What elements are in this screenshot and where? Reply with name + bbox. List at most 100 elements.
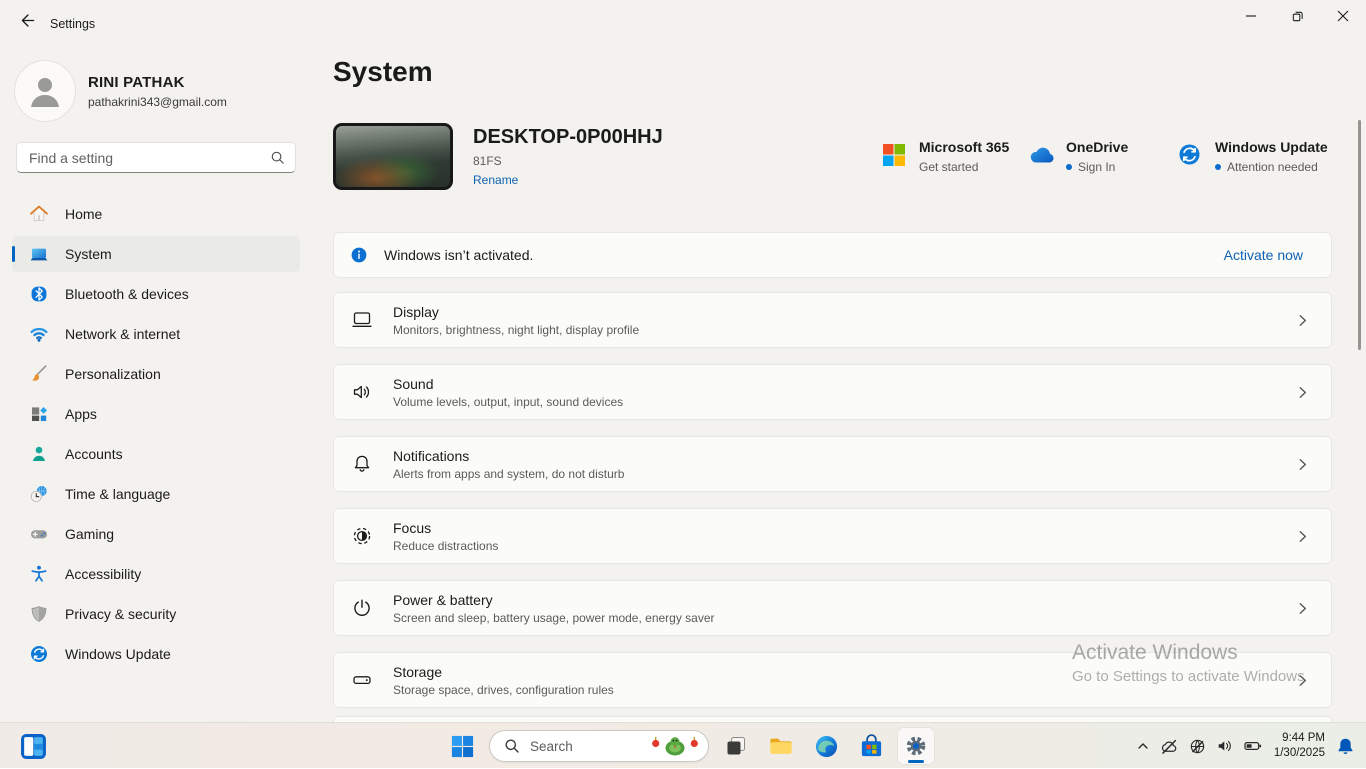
avatar bbox=[14, 60, 76, 122]
shield-icon bbox=[29, 604, 49, 624]
chevron-right-icon bbox=[1296, 314, 1309, 327]
minimize-icon bbox=[1245, 10, 1257, 22]
minimize-button[interactable] bbox=[1228, 0, 1274, 32]
device-name: DESKTOP-0P00HHJ bbox=[473, 126, 663, 149]
chevron-right-icon bbox=[1296, 386, 1309, 399]
network-tray-button[interactable] bbox=[1184, 728, 1211, 764]
file-explorer-button[interactable] bbox=[763, 728, 799, 764]
titlebar: Settings bbox=[0, 0, 1366, 44]
widgets-icon bbox=[20, 733, 47, 760]
window-title: Settings bbox=[50, 17, 95, 31]
taskbar-search[interactable] bbox=[489, 730, 709, 762]
rename-link[interactable]: Rename bbox=[473, 173, 518, 187]
battery-tray-button[interactable] bbox=[1238, 728, 1268, 764]
quicklink-microsoft-365[interactable]: Microsoft 365 Get started bbox=[881, 139, 1009, 174]
windows-update-icon bbox=[1177, 142, 1203, 168]
sidebar-item-accessibility[interactable]: Accessibility bbox=[12, 556, 300, 592]
bell-icon bbox=[348, 450, 376, 478]
card-notifications[interactable]: Notifications Alerts from apps and syste… bbox=[333, 436, 1332, 492]
back-arrow-icon bbox=[19, 12, 36, 34]
battery-icon bbox=[1243, 738, 1263, 754]
taskbar: 9:44 PM 1/30/2025 bbox=[0, 722, 1366, 768]
sidebar-item-system[interactable]: System bbox=[12, 236, 300, 272]
chevron-right-icon bbox=[1296, 530, 1309, 543]
account-profile[interactable]: RINI PATHAK pathakrini343@gmail.com bbox=[14, 60, 227, 122]
sidebar-item-windows-update[interactable]: Windows Update bbox=[12, 636, 300, 672]
clock-globe-icon bbox=[29, 484, 49, 504]
settings-app-button[interactable] bbox=[898, 728, 934, 764]
accessibility-icon bbox=[29, 564, 49, 584]
brush-icon bbox=[29, 364, 49, 384]
close-icon bbox=[1337, 10, 1349, 22]
sidebar: RINI PATHAK pathakrini343@gmail.com Home bbox=[0, 44, 320, 722]
sidebar-item-gaming[interactable]: Gaming bbox=[12, 516, 300, 552]
sidebar-item-personalization[interactable]: Personalization bbox=[12, 356, 300, 392]
card-storage[interactable]: Storage Storage space, drives, configura… bbox=[333, 652, 1332, 708]
clock[interactable]: 9:44 PM 1/30/2025 bbox=[1268, 731, 1331, 761]
hidden-icons-button[interactable] bbox=[1131, 728, 1155, 764]
notification-bell-icon bbox=[1336, 737, 1355, 756]
gamepad-icon bbox=[29, 524, 49, 544]
page-title: System bbox=[333, 56, 433, 88]
microsoft-store-button[interactable] bbox=[853, 728, 889, 764]
settings-window: Settings RINI PATHAK pathakrini343@gmail… bbox=[0, 0, 1366, 722]
sidebar-item-accounts[interactable]: Accounts bbox=[12, 436, 300, 472]
accounts-icon bbox=[29, 444, 49, 464]
sidebar-item-time-language[interactable]: Time & language bbox=[12, 476, 300, 512]
sidebar-item-home[interactable]: Home bbox=[12, 196, 300, 232]
activation-banner: Windows isn’t activated. Activate now bbox=[333, 232, 1332, 278]
sidebar-nav: Home System Bluetooth & devices Network … bbox=[12, 196, 300, 676]
clock-date: 1/30/2025 bbox=[1274, 746, 1325, 761]
system-icon bbox=[29, 244, 49, 264]
restore-icon bbox=[1291, 10, 1304, 23]
microsoft-365-icon bbox=[881, 142, 907, 168]
activate-now-link[interactable]: Activate now bbox=[1224, 247, 1303, 263]
status-dot bbox=[1066, 164, 1072, 170]
sidebar-item-privacy-security[interactable]: Privacy & security bbox=[12, 596, 300, 632]
sidebar-item-apps[interactable]: Apps bbox=[12, 396, 300, 432]
close-button[interactable] bbox=[1320, 0, 1366, 32]
search-highlight-snake-icon bbox=[652, 733, 698, 759]
clock-time: 9:44 PM bbox=[1274, 731, 1325, 746]
info-icon bbox=[350, 246, 368, 264]
windows-update-icon bbox=[29, 644, 49, 664]
sidebar-item-network-internet[interactable]: Network & internet bbox=[12, 316, 300, 352]
microsoft-store-icon bbox=[859, 734, 884, 759]
no-internet-globe-icon bbox=[1189, 738, 1206, 755]
widgets-button[interactable] bbox=[15, 728, 51, 764]
banner-text: Windows isn’t activated. bbox=[384, 247, 533, 263]
restore-button[interactable] bbox=[1274, 0, 1320, 32]
quicklink-windows-update[interactable]: Windows Update Attention needed bbox=[1177, 139, 1328, 174]
edge-icon bbox=[814, 734, 839, 759]
scrollbar-thumb[interactable] bbox=[1358, 120, 1361, 350]
card-display[interactable]: Display Monitors, brightness, night ligh… bbox=[333, 292, 1332, 348]
onedrive-tray-button[interactable] bbox=[1155, 728, 1184, 764]
notifications-button[interactable] bbox=[1331, 728, 1360, 764]
person-icon bbox=[25, 71, 65, 111]
settings-search bbox=[16, 142, 296, 173]
settings-search-input[interactable] bbox=[17, 143, 270, 172]
task-view-button[interactable] bbox=[718, 728, 754, 764]
onedrive-offline-icon bbox=[1160, 738, 1179, 755]
volume-tray-button[interactable] bbox=[1211, 728, 1238, 764]
search-icon bbox=[270, 150, 285, 165]
start-button[interactable] bbox=[444, 728, 480, 764]
onedrive-icon bbox=[1028, 142, 1054, 168]
wifi-icon bbox=[29, 324, 49, 344]
chevron-up-icon bbox=[1136, 739, 1150, 753]
taskbar-search-input[interactable] bbox=[530, 739, 652, 754]
card-focus[interactable]: Focus Reduce distractions bbox=[333, 508, 1332, 564]
card-power-battery[interactable]: Power & battery Screen and sleep, batter… bbox=[333, 580, 1332, 636]
chevron-right-icon bbox=[1296, 458, 1309, 471]
card-sound[interactable]: Sound Volume levels, output, input, soun… bbox=[333, 364, 1332, 420]
chevron-right-icon bbox=[1296, 602, 1309, 615]
apps-icon bbox=[29, 404, 49, 424]
edge-button[interactable] bbox=[808, 728, 844, 764]
device-thumbnail bbox=[333, 123, 453, 190]
status-dot bbox=[1215, 164, 1221, 170]
chevron-right-icon bbox=[1296, 674, 1309, 687]
search-icon bbox=[504, 738, 520, 754]
sidebar-item-bluetooth-devices[interactable]: Bluetooth & devices bbox=[12, 276, 300, 312]
quicklink-onedrive[interactable]: OneDrive Sign In bbox=[1028, 139, 1128, 174]
back-button[interactable] bbox=[10, 8, 44, 38]
